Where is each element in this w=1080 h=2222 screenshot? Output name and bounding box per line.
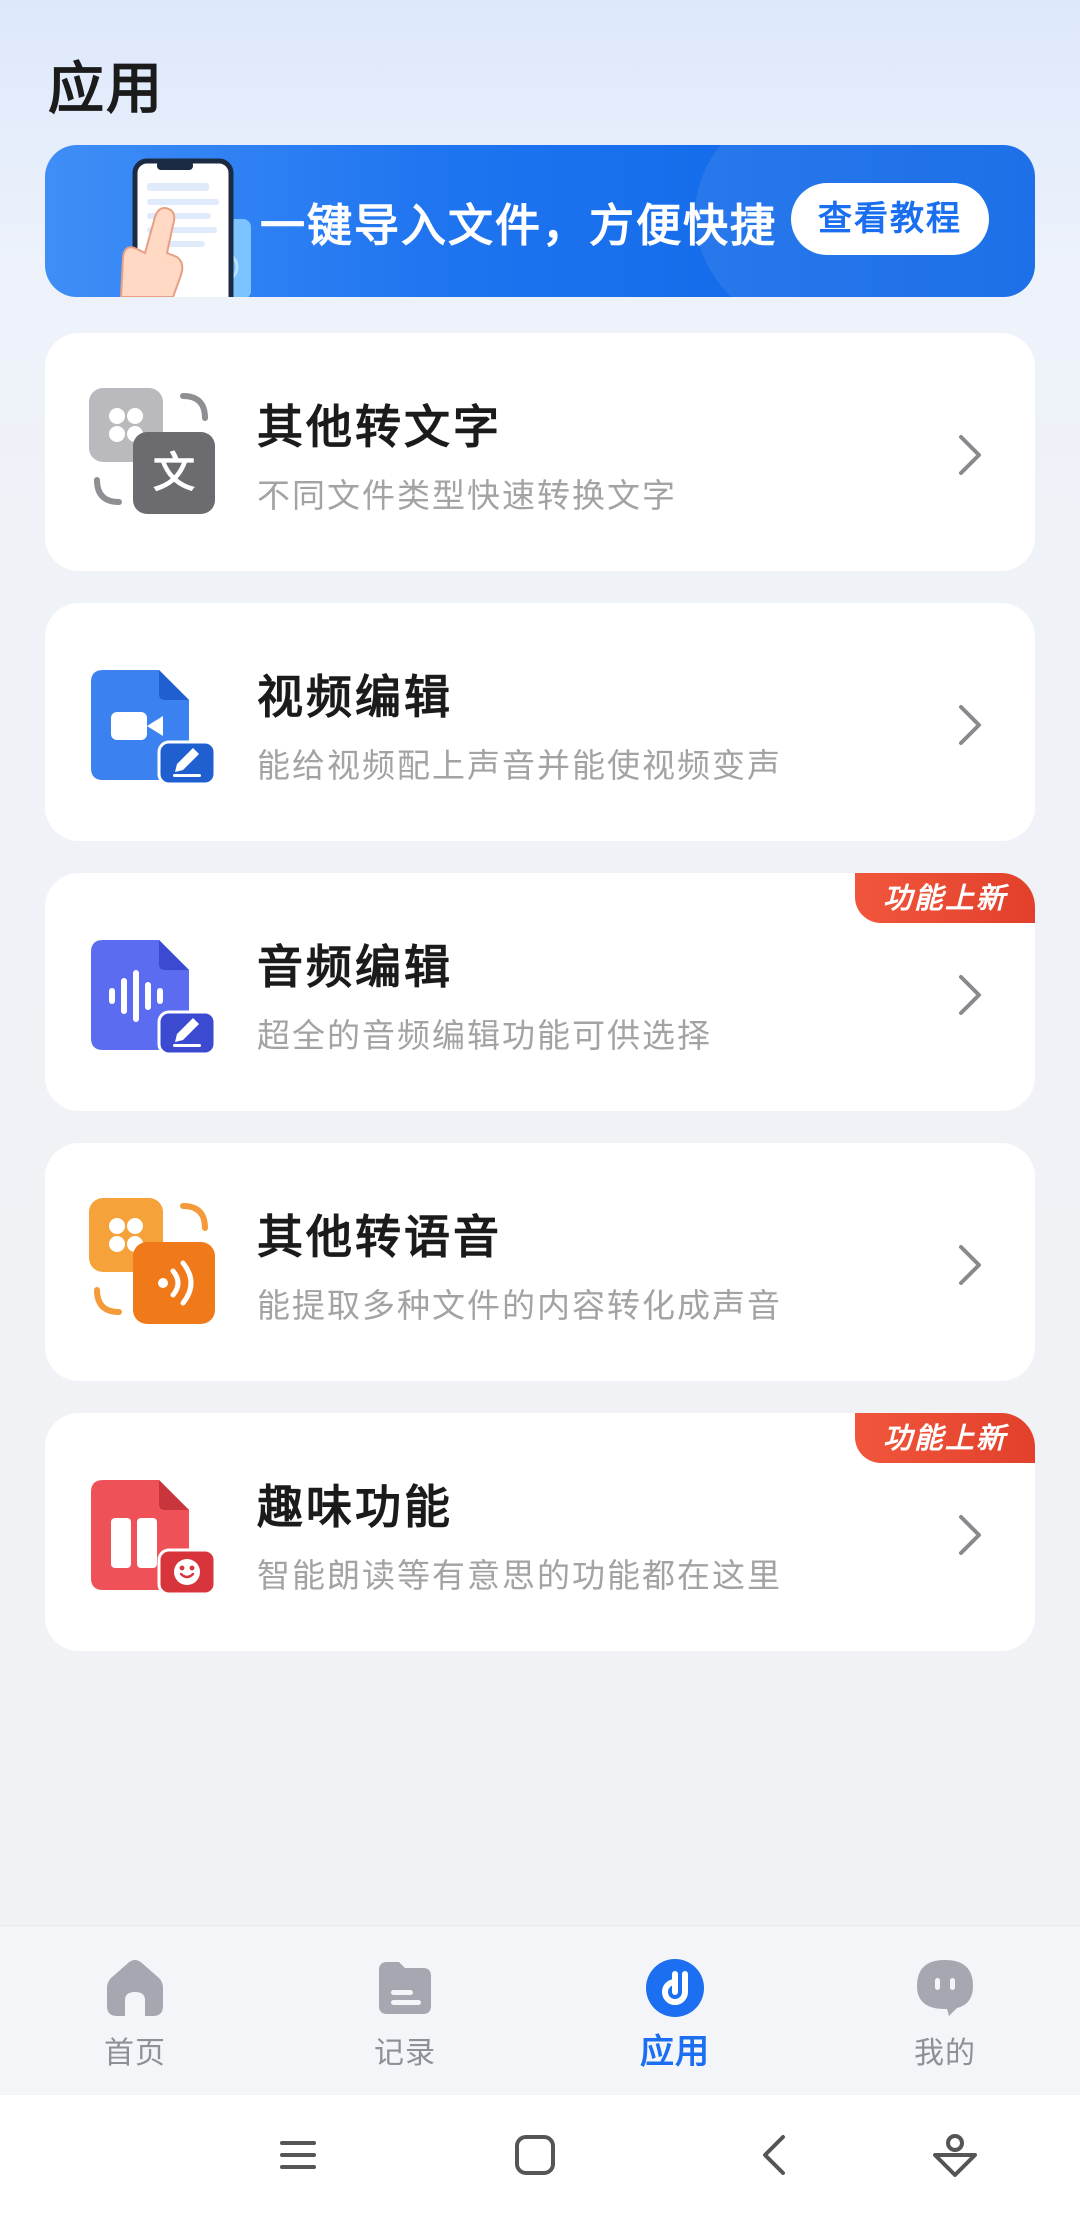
feature-title: 视频编辑: [257, 670, 453, 724]
home-square-icon[interactable]: [505, 2125, 565, 2185]
feature-card-fun-features[interactable]: 趣味功能 智能朗读等有意思的功能都在这里 功能上新: [45, 1413, 1035, 1651]
apps-icon: [646, 1959, 704, 2017]
menu-icon[interactable]: [268, 2125, 328, 2185]
assistant-icon[interactable]: [925, 2125, 985, 2185]
doc-to-voice-icon: [89, 1198, 215, 1324]
feature-description: 智能朗读等有意思的功能都在这里: [257, 1556, 782, 1595]
home-icon: [107, 1960, 163, 2016]
fun-features-icon: [91, 1480, 217, 1596]
bottom-navigation: 首页 记录 应用 我的: [0, 1925, 1080, 2095]
chevron-right-icon: [959, 975, 981, 1015]
feature-title: 其他转语音: [257, 1210, 502, 1264]
audio-edit-icon: [91, 940, 217, 1056]
page-title: 应用: [48, 57, 164, 122]
feature-card-doc-to-text[interactable]: 文 其他转文字 不同文件类型快速转换文字: [45, 333, 1035, 571]
folder-icon: [379, 1962, 431, 2014]
back-icon[interactable]: [745, 2125, 805, 2185]
feature-card-video-edit[interactable]: 视频编辑 能给视频配上声音并能使视频变声: [45, 603, 1035, 841]
chevron-right-icon: [959, 435, 981, 475]
chevron-right-icon: [959, 1515, 981, 1555]
svg-text:文: 文: [153, 448, 195, 497]
feature-card-audio-edit[interactable]: 音频编辑 超全的音频编辑功能可供选择 功能上新: [45, 873, 1035, 1111]
feature-title: 其他转文字: [257, 400, 502, 454]
nav-item-profile[interactable]: 我的: [845, 1926, 1045, 2096]
nav-label: 我的: [914, 2036, 976, 2071]
new-feature-badge: 功能上新: [855, 1413, 1035, 1463]
video-edit-icon: [91, 670, 217, 786]
feature-description: 能提取多种文件的内容转化成声音: [257, 1286, 782, 1325]
nav-label-active: 应用: [640, 2032, 710, 2072]
feature-description: 能给视频配上声音并能使视频变声: [257, 746, 782, 785]
system-navigation-bar: [0, 2095, 1080, 2222]
nav-item-records[interactable]: 记录: [305, 1926, 505, 2096]
profile-icon: [917, 1960, 973, 2016]
chevron-right-icon: [959, 1245, 981, 1285]
feature-description: 超全的音频编辑功能可供选择: [257, 1016, 712, 1055]
nav-label: 记录: [374, 2036, 436, 2071]
nav-label: 首页: [104, 2036, 166, 2071]
nav-item-apps[interactable]: 应用: [575, 1926, 775, 2096]
feature-description: 不同文件类型快速转换文字: [257, 476, 677, 515]
view-tutorial-button[interactable]: 查看教程: [791, 183, 989, 255]
feature-title: 音频编辑: [257, 940, 453, 994]
doc-to-text-icon: 文: [89, 388, 215, 514]
import-banner[interactable]: 一键导入文件，方便快捷 查看教程: [45, 145, 1035, 297]
banner-text: 一键导入文件，方便快捷: [260, 199, 778, 252]
chevron-right-icon: [959, 705, 981, 745]
nav-item-home[interactable]: 首页: [35, 1926, 235, 2096]
feature-card-doc-to-voice[interactable]: 其他转语音 能提取多种文件的内容转化成声音: [45, 1143, 1035, 1381]
feature-title: 趣味功能: [257, 1480, 453, 1534]
new-feature-badge: 功能上新: [855, 873, 1035, 923]
